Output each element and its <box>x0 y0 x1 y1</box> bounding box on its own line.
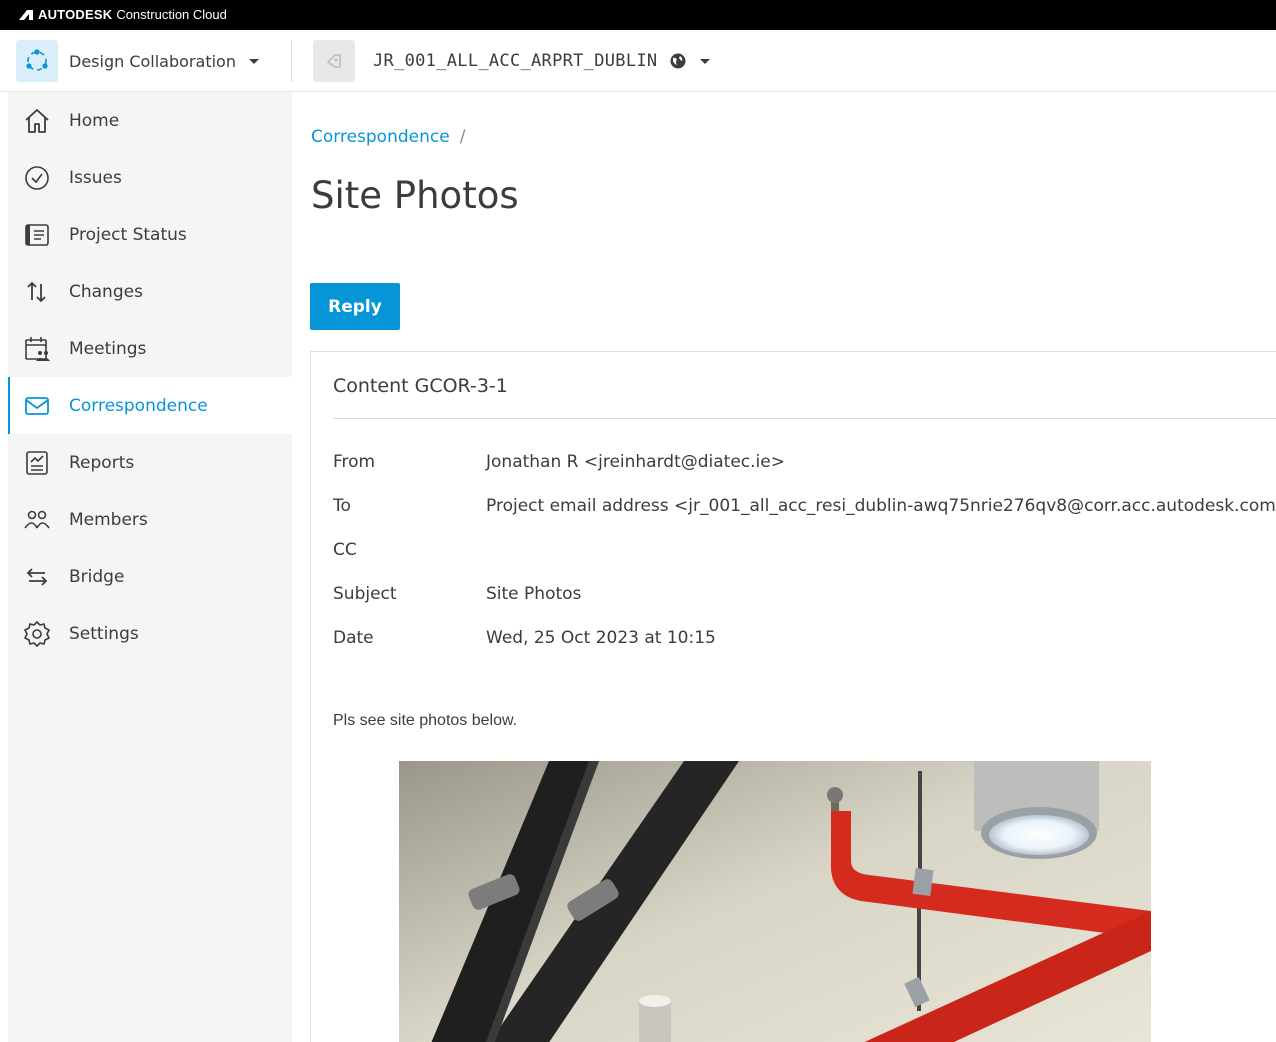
sidebar-item-reports[interactable]: Reports <box>8 434 292 491</box>
meta-value: Wed, 25 Oct 2023 at 10:15 <box>486 628 716 648</box>
status-icon <box>23 221 51 249</box>
design-collaboration-icon <box>16 40 58 82</box>
home-icon <box>23 107 51 135</box>
sidebar: Home Issues Project Status Changes Meeti… <box>8 92 292 1042</box>
reply-button[interactable]: Reply <box>310 283 400 330</box>
project-name: JR_001_ALL_ACC_ARPRT_DUBLIN <box>373 51 658 71</box>
site-photo-image[interactable] <box>399 761 1151 1042</box>
brand-name: AUTODESK <box>38 7 113 22</box>
breadcrumb-separator: / <box>459 127 466 147</box>
chevron-down-icon <box>248 58 259 64</box>
sidebar-item-bridge[interactable]: Bridge <box>8 548 292 605</box>
main-content: Correspondence / Site Photos Reply Conte… <box>292 92 1276 1042</box>
brand-product: Construction Cloud <box>116 7 227 22</box>
chevron-down-icon <box>700 58 711 64</box>
sidebar-item-meetings[interactable]: Meetings <box>8 320 292 377</box>
sidebar-item-settings[interactable]: Settings <box>8 605 292 662</box>
card-title: Content GCOR-3-1 <box>333 375 508 397</box>
autodesk-logo-icon <box>19 9 33 20</box>
calendar-people-icon <box>23 335 51 363</box>
meta-key: From <box>333 452 376 472</box>
project-thumbnail-icon <box>313 40 355 82</box>
email-body-text: Pls see site photos below. <box>333 712 518 729</box>
sidebar-item-label: Changes <box>69 281 143 302</box>
project-switcher[interactable]: JR_001_ALL_ACC_ARPRT_DUBLIN <box>313 40 711 82</box>
header-divider <box>291 40 292 82</box>
sidebar-item-changes[interactable]: Changes <box>8 263 292 320</box>
arrows-updown-icon <box>23 278 51 306</box>
meta-row-to: To Project email address <jr_001_all_acc… <box>333 496 1276 520</box>
sidebar-item-label: Issues <box>69 167 122 188</box>
sidebar-item-correspondence[interactable]: Correspondence <box>8 377 292 434</box>
envelope-icon <box>23 392 51 420</box>
sidebar-item-label: Settings <box>69 623 139 644</box>
sidebar-item-members[interactable]: Members <box>8 491 292 548</box>
meta-row-from: From Jonathan R <jreinhardt@diatec.ie> <box>333 452 785 476</box>
top-bar: AUTODESK Construction Cloud <box>0 0 1276 30</box>
page-title: Site Photos <box>311 174 519 217</box>
sidebar-item-label: Reports <box>69 452 135 473</box>
sidebar-item-label: Meetings <box>69 338 147 359</box>
meta-value: Jonathan R <jreinhardt@diatec.ie> <box>486 452 785 472</box>
sidebar-item-label: Correspondence <box>69 395 208 416</box>
globe-icon <box>670 53 686 69</box>
sidebar-item-label: Members <box>69 509 148 530</box>
bridge-icon <box>23 563 51 591</box>
meta-key: Date <box>333 628 374 648</box>
autodesk-brand[interactable]: AUTODESK Construction Cloud <box>18 7 227 22</box>
meta-key: To <box>333 496 351 516</box>
meta-key: Subject <box>333 584 397 604</box>
meta-key: CC <box>333 540 357 560</box>
sidebar-item-label: Home <box>69 110 120 131</box>
sidebar-item-label: Bridge <box>69 566 125 587</box>
report-icon <box>23 449 51 477</box>
check-circle-icon <box>23 164 51 192</box>
breadcrumb-correspondence-link[interactable]: Correspondence <box>311 127 450 147</box>
sub-header: Design Collaboration JR_001_ALL_ACC_ARPR… <box>0 30 1276 92</box>
meta-value: Site Photos <box>486 584 582 604</box>
meta-row-date: Date Wed, 25 Oct 2023 at 10:15 <box>333 628 716 652</box>
app-name: Design Collaboration <box>69 51 236 71</box>
sidebar-item-home[interactable]: Home <box>8 92 292 149</box>
meta-value: Project email address <jr_001_all_acc_re… <box>486 496 1276 516</box>
card-divider <box>333 418 1276 419</box>
breadcrumb: Correspondence / <box>311 127 465 147</box>
gear-icon <box>23 620 51 648</box>
sidebar-item-project-status[interactable]: Project Status <box>8 206 292 263</box>
sidebar-item-label: Project Status <box>69 224 187 245</box>
meta-row-subject: Subject Site Photos <box>333 584 581 608</box>
correspondence-content-card: Content GCOR-3-1 From Jonathan R <jreinh… <box>310 351 1276 1042</box>
sidebar-item-issues[interactable]: Issues <box>8 149 292 206</box>
app-switcher[interactable]: Design Collaboration <box>16 40 259 82</box>
meta-row-cc: CC <box>333 540 486 564</box>
members-icon <box>23 506 51 534</box>
